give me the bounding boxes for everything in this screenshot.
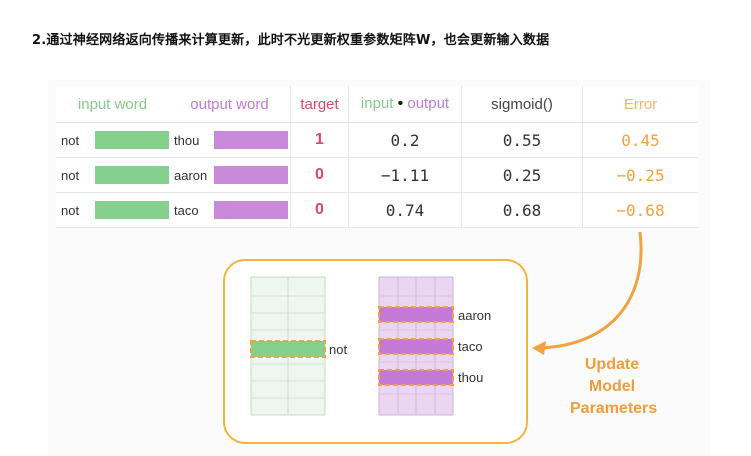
arrow-head-icon <box>532 341 546 355</box>
update-line-3: Parameters <box>570 400 658 417</box>
context-matrix <box>378 276 454 416</box>
context-label-thou: thou <box>458 370 484 385</box>
embedding-matrix <box>250 276 326 416</box>
context-label-aaron: aaron <box>458 308 492 323</box>
context-row-taco <box>378 338 454 355</box>
context-row-aaron <box>378 306 454 323</box>
update-line-1: Update <box>584 356 640 373</box>
context-label-taco: taco <box>458 339 483 354</box>
context-row-thou <box>378 369 454 386</box>
update-model-parameters-label: Update Model Parameters <box>570 354 658 420</box>
update-arrow <box>540 231 643 350</box>
embedding-row-not <box>250 340 326 358</box>
update-line-2: Model <box>588 378 636 395</box>
embedding-label: not <box>329 342 348 357</box>
